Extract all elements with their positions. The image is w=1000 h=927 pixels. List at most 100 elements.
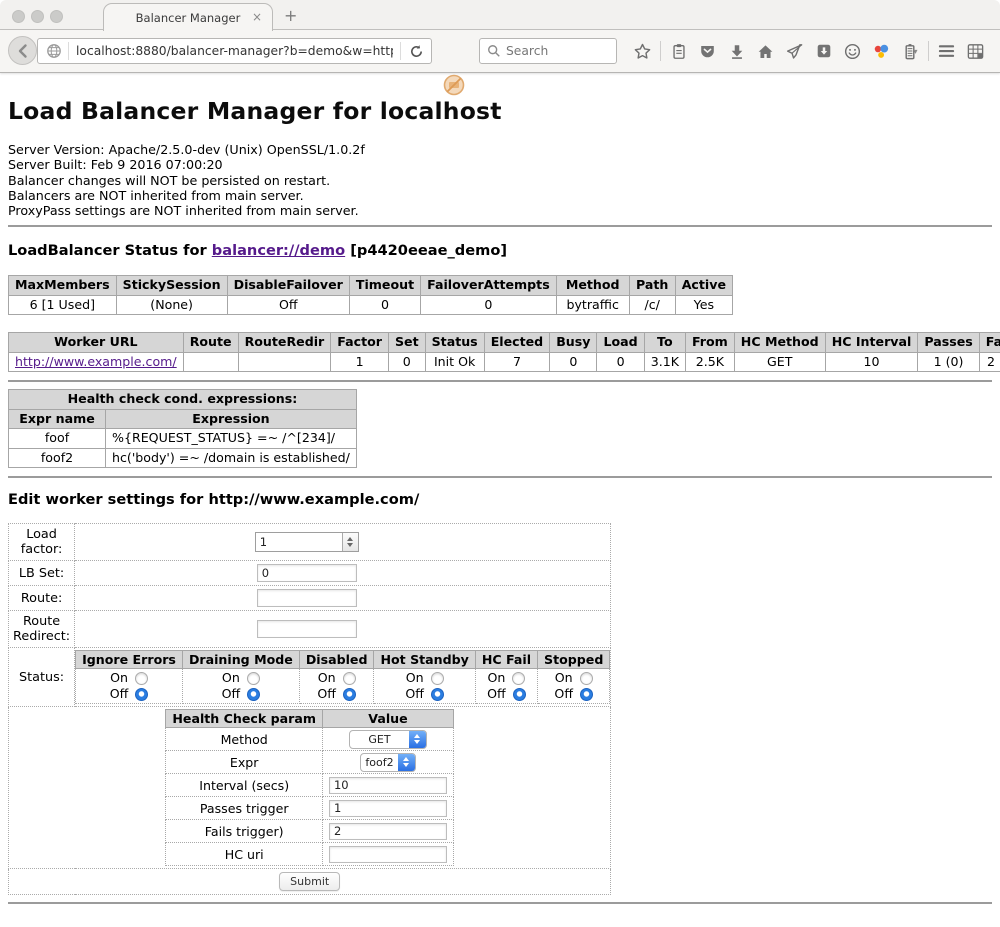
col-ignore-errors: Ignore Errors: [76, 651, 183, 669]
cell-elected: 7: [484, 352, 550, 372]
col-draining-mode: Draining Mode: [182, 651, 299, 669]
home-icon: [756, 42, 775, 61]
new-tab-button[interactable]: +: [284, 6, 297, 25]
hot-standby-off-radio[interactable]: [431, 688, 444, 701]
status-label: Status:: [9, 648, 75, 707]
lb-set-input[interactable]: [257, 564, 357, 582]
save-to-device-button[interactable]: [809, 39, 838, 63]
clipboard-icon: [670, 42, 688, 61]
colored-dots-icon: [872, 42, 891, 61]
browser-tab[interactable]: Balancer Manager ×: [103, 3, 273, 31]
passes-input[interactable]: [329, 800, 447, 817]
url-bar[interactable]: localhost:8880/balancer-manager?b=demo&w…: [37, 38, 432, 64]
disabled-on-radio[interactable]: [343, 672, 356, 685]
expr-label: Expr: [166, 751, 323, 774]
reload-icon: [409, 44, 424, 59]
clipboard-button[interactable]: [664, 39, 693, 63]
cell-busy: 0: [550, 352, 597, 372]
col-expr-name: Expr name: [9, 409, 106, 429]
method-label: Method: [166, 728, 323, 751]
smiley-icon: [843, 42, 862, 61]
server-built-line: Server Built: Feb 9 2016 07:00:20: [8, 157, 992, 172]
window-minimize-button[interactable]: [31, 10, 44, 23]
back-arrow-icon: [15, 43, 31, 59]
ignore-errors-off-radio[interactable]: [135, 688, 148, 701]
submit-button[interactable]: Submit: [279, 872, 340, 891]
ignore-errors-on-radio[interactable]: [135, 672, 148, 685]
search-bar[interactable]: Search: [479, 38, 617, 64]
draining-mode-off-radio[interactable]: [247, 688, 260, 701]
cell-expr-name: foof: [9, 429, 106, 449]
hc-fail-off-radio[interactable]: [513, 688, 526, 701]
radio-on-label: On: [110, 670, 128, 686]
draining-mode-on-radio[interactable]: [247, 672, 260, 685]
cell-expression: hc('body') =~ /domain is established/: [106, 448, 357, 468]
loadbalancer-status-heading: LoadBalancer Status for balancer://demo …: [8, 242, 992, 259]
disabled-off-radio[interactable]: [343, 688, 356, 701]
table-header-row: Ignore Errors Draining Mode Disabled Hot…: [76, 651, 610, 669]
interval-input[interactable]: [329, 777, 447, 794]
method-selected-value: GET: [350, 731, 409, 748]
stopped-on-radio[interactable]: [580, 672, 593, 685]
radio-row: On Off On Off On Off On: [76, 669, 610, 704]
load-factor-input[interactable]: [256, 533, 342, 551]
balancer-demo-link[interactable]: balancer://demo: [212, 242, 345, 259]
stopped-off-radio[interactable]: [580, 688, 593, 701]
cell-status: Init Ok: [425, 352, 484, 372]
worker-url-link[interactable]: http://www.example.com/: [15, 354, 177, 369]
hc-params-row: Health Check param Value Method GET: [9, 707, 611, 869]
reload-button[interactable]: [400, 42, 424, 60]
downloads-button[interactable]: [722, 39, 751, 63]
radio-off-label: Off: [405, 686, 424, 702]
col-active: Active: [675, 276, 732, 296]
extension-colored-dots-button[interactable]: [867, 39, 896, 63]
hc-fail-on-radio[interactable]: [512, 672, 525, 685]
tab-close-icon[interactable]: ×: [252, 10, 262, 24]
pocket-button[interactable]: [693, 39, 722, 63]
expr-select[interactable]: foof2: [360, 753, 416, 772]
bookmark-star-button[interactable]: [628, 39, 657, 63]
fails-input[interactable]: [329, 823, 447, 840]
passes-row: Passes trigger: [166, 797, 454, 820]
hc-uri-row: HC uri: [166, 843, 454, 866]
hc-expressions-table: Health check cond. expressions: Expr nam…: [8, 389, 357, 468]
toolbar-separator: [660, 41, 661, 61]
cell-from: 2.5K: [685, 352, 734, 372]
window-controls[interactable]: [12, 10, 63, 23]
lb-set-label: LB Set:: [9, 561, 75, 586]
server-info: Server Version: Apache/2.5.0-dev (Unix) …: [8, 142, 992, 218]
draining-mode-radios: On Off: [182, 669, 299, 704]
expr-row: Expr foof2: [166, 751, 454, 774]
hot-standby-on-radio[interactable]: [431, 672, 444, 685]
cell-active: Yes: [675, 295, 732, 315]
route-row: Route:: [9, 586, 611, 611]
persist-notice-line: Balancer changes will NOT be persisted o…: [8, 173, 992, 188]
col-timeout: Timeout: [349, 276, 420, 296]
radio-on-label: On: [555, 670, 573, 686]
number-stepper[interactable]: [342, 533, 358, 551]
status-heading-prefix: LoadBalancer Status for: [8, 242, 212, 259]
back-button[interactable]: [8, 36, 37, 65]
battery-extension-button[interactable]: ▾: [896, 39, 925, 63]
radio-on-label: On: [487, 670, 505, 686]
hamburger-icon: [937, 43, 956, 59]
hc-expr-table-title: Health check cond. expressions:: [9, 390, 357, 410]
radio-off-label: Off: [222, 686, 241, 702]
send-tab-button[interactable]: [780, 39, 809, 63]
feedback-button[interactable]: [838, 39, 867, 63]
tab-groups-button[interactable]: [961, 39, 990, 63]
menu-button[interactable]: [932, 39, 961, 63]
window-zoom-button[interactable]: [50, 10, 63, 23]
interval-label: Interval (secs): [166, 774, 323, 797]
hc-uri-input[interactable]: [329, 846, 447, 863]
route-redirect-input[interactable]: [257, 620, 357, 638]
home-button[interactable]: [751, 39, 780, 63]
content-blocker-icon[interactable]: [443, 74, 465, 100]
submit-row: Submit: [9, 869, 611, 895]
window-close-button[interactable]: [12, 10, 25, 23]
method-select[interactable]: GET: [349, 730, 427, 749]
col-set: Set: [388, 333, 425, 353]
cell-stickysession: (None): [116, 295, 227, 315]
route-input[interactable]: [257, 589, 357, 607]
url-text[interactable]: localhost:8880/balancer-manager?b=demo&w…: [76, 44, 393, 58]
